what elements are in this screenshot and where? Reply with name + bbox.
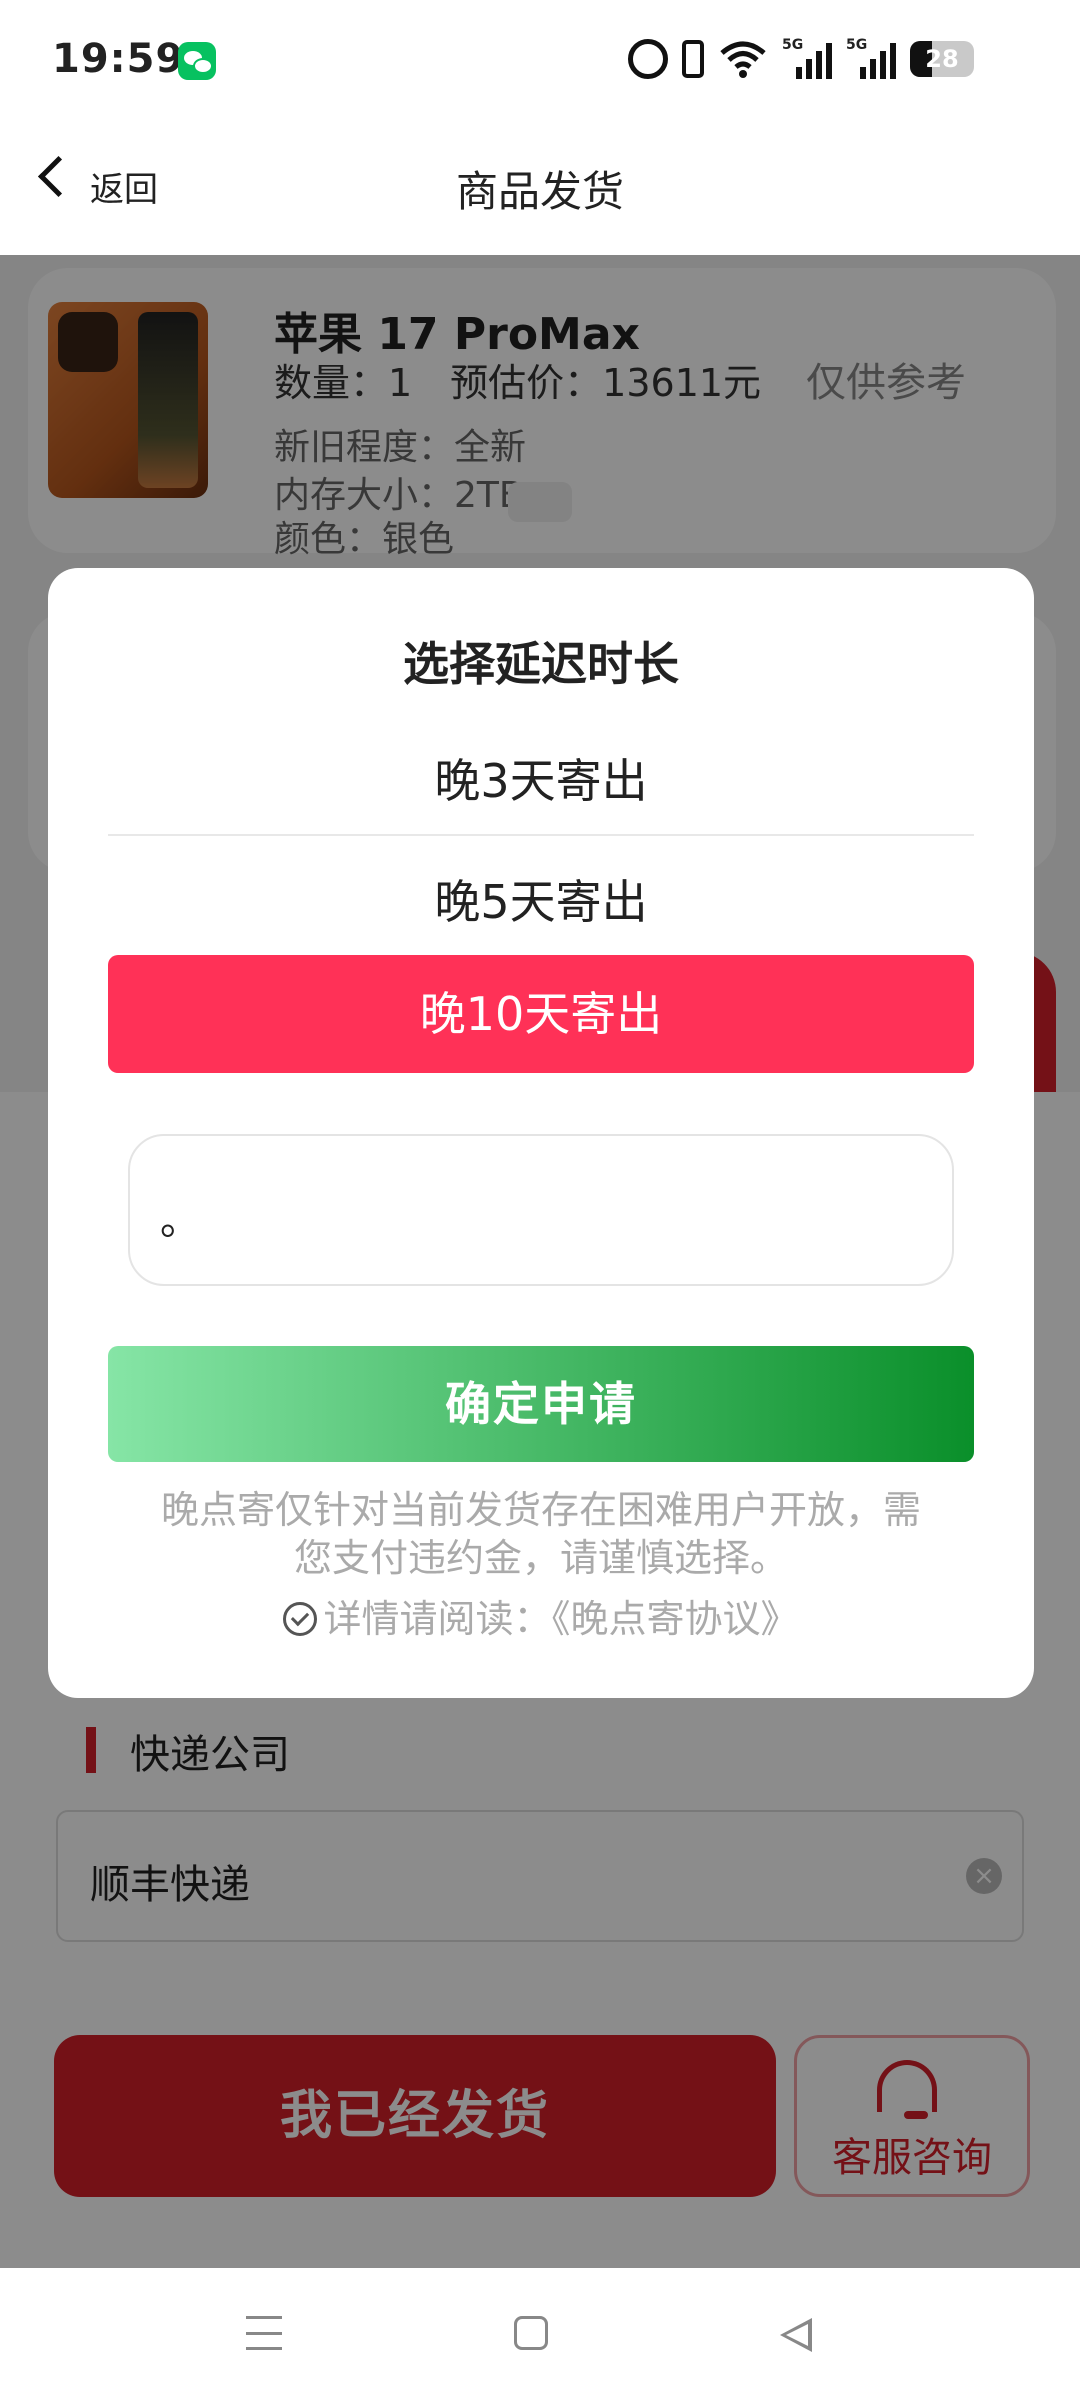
modal-note-line1: 晚点寄仅针对当前发货存在困难用户开放，需 — [160, 1488, 921, 1532]
signal-icon: 5G — [846, 37, 896, 79]
status-time: 19:59 — [52, 36, 185, 82]
wechat-icon — [178, 42, 216, 80]
reason-input[interactable] — [128, 1134, 954, 1286]
check-circle-icon[interactable] — [283, 1602, 318, 1636]
wifi-icon — [720, 41, 766, 78]
option-divider — [108, 834, 974, 836]
back-triangle-icon[interactable] — [780, 2318, 812, 2352]
battery-icon: 28 — [910, 41, 974, 77]
alarm-icon — [628, 39, 668, 79]
reason-input-value[interactable]: 。 — [160, 1188, 200, 1246]
modal-note-line2: 您支付违约金，请谨慎选择。 — [293, 1536, 788, 1580]
signal-icon: 5G — [782, 37, 832, 79]
confirm-button[interactable]: 确定申请 — [108, 1346, 974, 1462]
delay-option-10-days-selected[interactable]: 晚10天寄出 — [108, 955, 974, 1073]
delay-option-3-days[interactable]: 晚3天寄出 — [108, 745, 974, 811]
menu-icon[interactable] — [246, 2316, 282, 2350]
battery-level: 28 — [925, 45, 959, 73]
modal-title: 选择延迟时长 — [403, 637, 679, 691]
agreement-link[interactable]: 详情请阅读：《晚点寄协议》 — [323, 1597, 798, 1641]
delay-option-5-days[interactable]: 晚5天寄出 — [108, 866, 974, 932]
agreement-row[interactable]: 详情请阅读：《晚点寄协议》 — [108, 1588, 974, 1643]
page-title: 商品发货 — [455, 167, 624, 216]
vibrate-icon — [682, 40, 704, 78]
modal-note: 晚点寄仅针对当前发货存在困难用户开放，需 您支付违约金，请谨慎选择。 — [108, 1486, 974, 1582]
status-icons: 5G 5G 28 — [628, 34, 974, 84]
home-icon[interactable] — [514, 2316, 548, 2350]
